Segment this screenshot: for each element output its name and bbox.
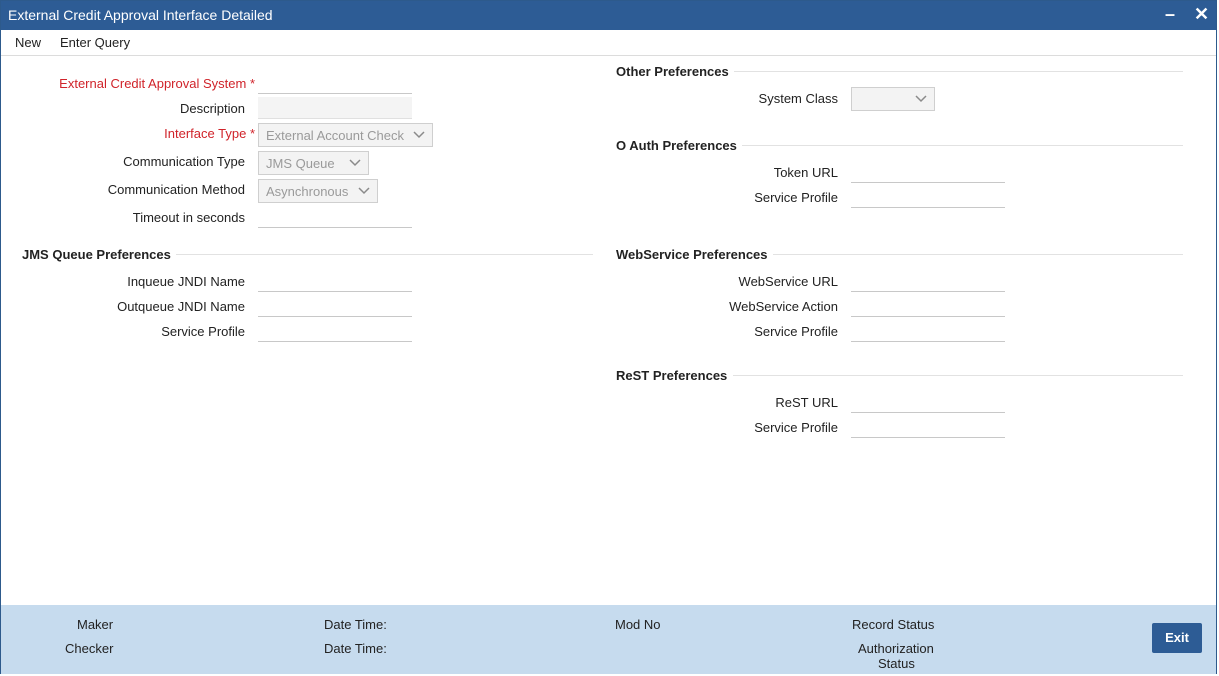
ext-system-input[interactable] [258,72,412,94]
maker-datetime-label: Date Time: [324,617,387,632]
menu-enter-query[interactable]: Enter Query [60,35,130,50]
comm-type-select[interactable]: JMS Queue [258,151,369,175]
jms-service-profile-input[interactable] [258,320,412,342]
timeout-input[interactable] [258,206,412,228]
comm-method-label: Communication Method [107,182,245,197]
close-icon[interactable]: ✕ [1194,4,1209,24]
webservice-service-profile-label: Service Profile [754,324,838,339]
required-marker: * [249,126,255,141]
checker-datetime-label: Date Time: [324,641,387,656]
record-status-label: Record Status [852,617,935,632]
webservice-section-title: WebService Preferences [616,247,768,262]
minimize-icon[interactable]: – [1165,4,1175,24]
other-section-divider [734,71,1183,72]
comm-method-select[interactable]: Asynchronous [258,179,378,203]
oauth-service-profile-label: Service Profile [754,190,838,205]
description-input[interactable] [258,97,412,119]
interface-type-label: Interface Type * [164,126,255,141]
chevron-down-icon [358,187,370,195]
rest-service-profile-label: Service Profile [754,420,838,435]
system-class-label: System Class [758,91,838,106]
webservice-section-divider [773,254,1183,255]
timeout-label: Timeout in seconds [132,210,245,225]
window-title: External Credit Approval Interface Detai… [8,7,273,23]
inqueue-label: Inqueue JNDI Name [127,274,245,289]
maker-label: Maker [77,617,114,632]
rest-section-divider [733,375,1183,376]
rest-service-profile-input[interactable] [851,416,1005,438]
comm-type-label: Communication Type [123,154,245,169]
system-class-select[interactable] [851,87,935,111]
webservice-action-label: WebService Action [729,299,838,314]
token-url-input[interactable] [851,161,1005,183]
app-window: External Credit Approval Interface Detai… [0,0,1217,674]
chevron-down-icon [915,95,927,103]
interface-type-select[interactable]: External Account Check [258,123,433,147]
jms-section-divider [176,254,593,255]
interface-type-label-text: Interface Type [164,126,247,141]
chevron-down-icon [349,159,361,167]
mod-no-label: Mod No [615,617,661,632]
rest-url-label: ReST URL [775,395,838,410]
description-label: Description [179,101,245,116]
oauth-section-title: O Auth Preferences [616,138,737,153]
webservice-url-label: WebService URL [738,274,838,289]
authorization-label: Authorization [858,641,934,656]
other-section-title: Other Preferences [616,64,729,79]
comm-method-value: Asynchronous [266,184,349,199]
title-bar: External Credit Approval Interface Detai… [1,1,1216,30]
token-url-label: Token URL [773,165,838,180]
jms-service-profile-label: Service Profile [161,324,245,339]
menu-new[interactable]: New [15,35,41,50]
checker-label: Checker [65,641,114,656]
comm-type-value: JMS Queue [266,156,335,171]
chevron-down-icon [413,131,425,139]
ext-system-label-text: External Credit Approval System [59,76,247,91]
jms-section-title: JMS Queue Preferences [22,247,171,262]
rest-section-title: ReST Preferences [616,368,728,383]
oauth-service-profile-input[interactable] [851,186,1005,208]
ext-system-label: External Credit Approval System * [59,76,255,91]
webservice-url-input[interactable] [851,270,1005,292]
webservice-action-input[interactable] [851,295,1005,317]
outqueue-input[interactable] [258,295,412,317]
menu-bar: New Enter Query [1,30,1216,56]
outqueue-label: Outqueue JNDI Name [117,299,245,314]
oauth-section-divider [742,145,1183,146]
rest-url-input[interactable] [851,391,1005,413]
required-marker: * [249,76,255,91]
interface-type-value: External Account Check [266,128,405,143]
inqueue-input[interactable] [258,270,412,292]
exit-button[interactable]: Exit [1152,623,1202,653]
audit-footer: Maker Checker Date Time: Date Time: Mod … [1,605,1216,674]
webservice-service-profile-input[interactable] [851,320,1005,342]
authorization-status-label: Status [878,656,915,671]
